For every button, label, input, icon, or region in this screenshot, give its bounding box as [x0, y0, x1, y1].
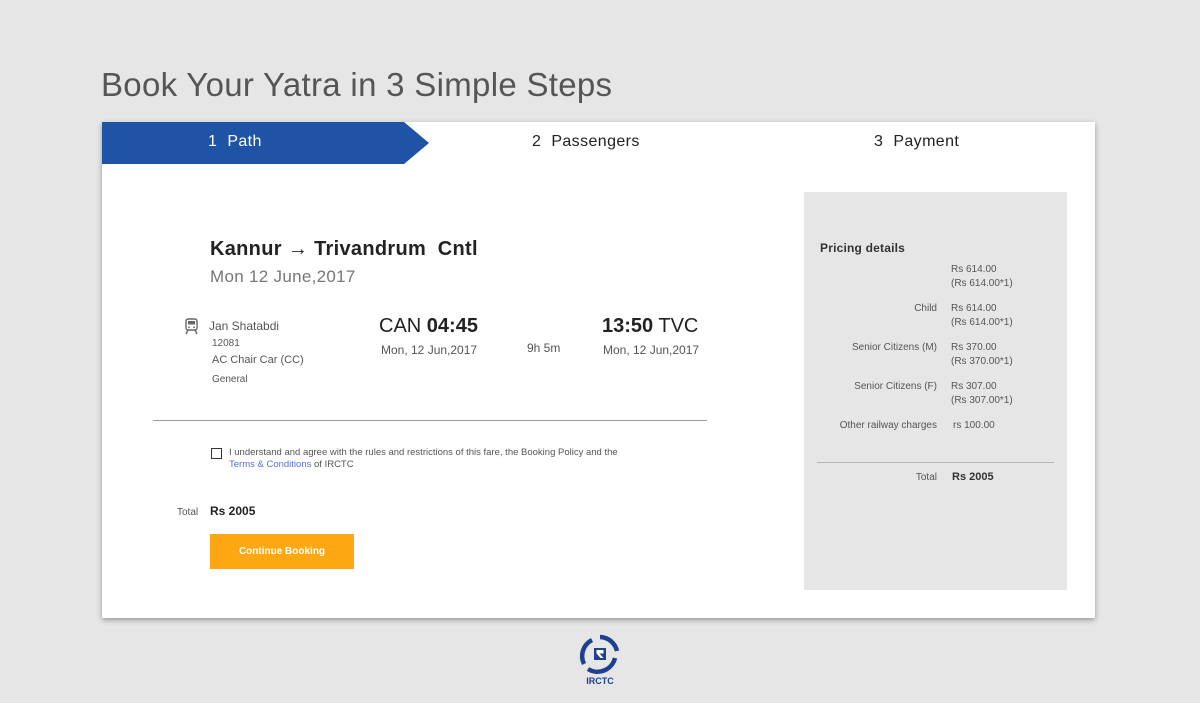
step-label: Payment — [893, 133, 960, 150]
price-label: Senior Citizens (F) — [854, 381, 937, 392]
step-number: 1 — [208, 133, 218, 150]
step-label: Passengers — [551, 133, 640, 150]
departure-station: CAN — [379, 315, 422, 337]
price-label: Senior Citizens (M) — [851, 342, 937, 353]
terms-link[interactable]: Terms & Conditions — [229, 459, 311, 470]
train-name: Jan Shatabdi — [209, 319, 280, 333]
price-amount: Rs 614.00 — [951, 303, 997, 314]
active-step-chevron — [102, 122, 429, 164]
irctc-logo-icon — [579, 634, 620, 674]
price-amount: rs 100.00 — [953, 420, 995, 431]
pricing-divider — [817, 462, 1054, 463]
page-title: Book Your Yatra in 3 Simple Steps — [101, 66, 613, 103]
divider — [153, 420, 707, 421]
train-quota: General — [212, 374, 248, 385]
arrow-icon: → — [287, 238, 309, 260]
step-path[interactable]: 1 Path — [208, 133, 262, 151]
departure-date: Mon, 12 Jun,2017 — [381, 343, 478, 357]
total-label: Total — [177, 507, 199, 518]
origin-city: Kannur — [210, 238, 282, 260]
departure-time: CAN 04:45 — [379, 315, 478, 338]
pricing-panel: Pricing details Rs 614.00 (Rs 614.00*1) … — [804, 192, 1067, 590]
agree-checkbox[interactable] — [211, 448, 222, 459]
train-icon — [185, 318, 198, 335]
price-calc: (Rs 307.00*1) — [951, 395, 1013, 406]
agree-text: I understand and agree with the rules an… — [229, 447, 629, 471]
pricing-total-value: Rs 2005 — [952, 471, 994, 483]
journey-duration: 9h 5m — [527, 341, 561, 355]
price-calc: (Rs 614.00*1) — [951, 317, 1013, 328]
arrival-date: Mon, 12 Jun,2017 — [603, 343, 700, 357]
agree-text-end: of IRCTC — [311, 459, 354, 470]
arrival-clock: 13:50 — [602, 315, 654, 337]
arrival-station: TVC — [658, 315, 699, 337]
step-number: 3 — [874, 133, 884, 150]
step-payment[interactable]: 3 Payment — [874, 133, 959, 151]
booking-card: 1 Path 2 Passengers 3 Payment Kannur → Trivan… — [102, 122, 1095, 618]
agree-text-start: I understand and agree with the rules an… — [229, 447, 618, 458]
destination-city: Trivandrum Cntl — [314, 238, 478, 260]
step-progress: 1 Path 2 Passengers 3 Payment — [102, 122, 1095, 164]
total-value: Rs 2005 — [210, 504, 256, 518]
train-number: 12081 — [212, 338, 240, 349]
price-amount: Rs 614.00 — [951, 264, 997, 275]
price-calc: (Rs 614.00*1) — [951, 278, 1013, 289]
train-class: AC Chair Car (CC) — [212, 354, 304, 366]
continue-booking-button[interactable]: Continue Booking — [210, 534, 354, 569]
arrival-time: 13:50 TVC — [602, 315, 698, 338]
price-label: Child — [914, 303, 937, 314]
journey-date: Mon 12 June,2017 — [210, 267, 356, 286]
price-amount: Rs 307.00 — [951, 381, 997, 392]
irctc-logo: IRCTC — [578, 634, 622, 690]
step-passengers[interactable]: 2 Passengers — [532, 133, 640, 151]
route-title: Kannur → Trivandrum Cntl — [210, 238, 478, 261]
pricing-total-label: Total — [915, 472, 937, 483]
departure-clock: 04:45 — [426, 315, 478, 337]
step-label: Path — [227, 133, 262, 150]
step-number: 2 — [532, 133, 542, 150]
price-amount: Rs 370.00 — [951, 342, 997, 353]
pricing-title: Pricing details — [820, 241, 906, 255]
price-label: Other railway charges — [839, 420, 937, 431]
logo-text: IRCTC — [586, 676, 614, 686]
price-calc: (Rs 370.00*1) — [951, 356, 1013, 367]
